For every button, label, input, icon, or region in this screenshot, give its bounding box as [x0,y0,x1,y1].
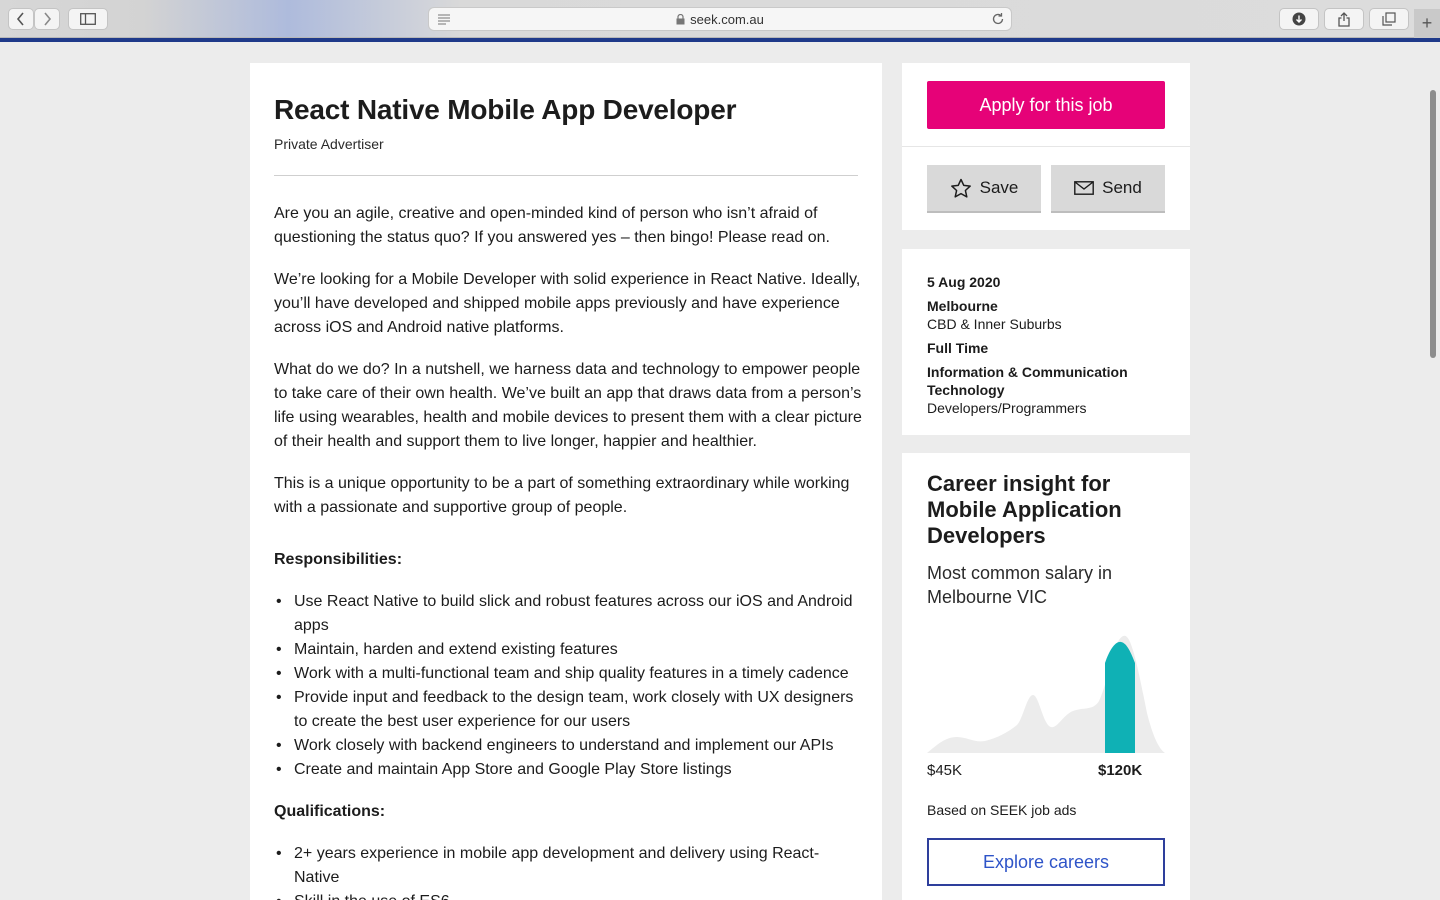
url-text: seek.com.au [690,11,764,27]
reload-icon[interactable] [991,12,1005,26]
downloads-button[interactable] [1279,8,1319,30]
classification-block: Information & Communication Technology D… [927,363,1165,417]
location: Melbourne [927,298,998,314]
responsibilities-heading: Responsibilities: [274,551,403,568]
job-title: React Native Mobile App Developer [274,94,737,125]
star-icon [950,178,971,198]
browser-toolbar: seek.com.au + [0,0,1440,38]
send-button[interactable]: Send [1051,165,1165,213]
plus-icon: + [1421,13,1433,33]
download-icon [1292,12,1306,26]
tabs-overview-button[interactable] [1369,8,1409,30]
reader-icon[interactable] [437,13,451,25]
listing-date: 5 Aug 2020 [927,274,1001,290]
address-bar[interactable]: seek.com.au [428,7,1012,31]
salary-high-label: $120K [1098,762,1143,779]
explore-careers-button[interactable]: Explore careers [927,838,1165,886]
chevron-right-icon [44,12,52,26]
list-item: Skill in the use of ES6 [274,890,864,900]
list-item: Provide input and feedback to the design… [274,686,864,734]
list-item: Maintain, harden and extend existing fea… [274,638,864,662]
save-button[interactable]: Save [927,165,1041,213]
insight-title: Career insight for Mobile Application De… [927,471,1122,548]
divider [274,175,858,176]
site-header-strip [0,38,1440,42]
location-block: Melbourne CBD & Inner Suburbs [927,297,1165,333]
area: CBD & Inner Suburbs [927,316,1062,332]
new-tab-button[interactable]: + [1414,9,1440,38]
job-details-card: React Native Mobile App Developer Privat… [250,63,882,900]
salary-highlight-bar [1105,641,1135,753]
apply-button[interactable]: Apply for this job [927,81,1165,129]
description-paragraph: We’re looking for a Mobile Developer wit… [274,271,861,336]
divider [902,146,1190,147]
description-paragraph: Are you an agile, creative and open-mind… [274,205,830,246]
insight-source: Based on SEEK job ads [927,802,1077,818]
forward-button[interactable] [34,8,60,30]
send-label: Send [1102,178,1142,197]
back-button[interactable] [8,8,34,30]
classification: Information & Communication Technology [927,364,1128,398]
advertiser-name: Private Advertiser [274,136,384,152]
sidebar-icon [80,13,96,25]
work-type: Full Time [927,340,989,356]
job-info-card: 5 Aug 2020 Melbourne CBD & Inner Suburbs… [902,249,1190,435]
description-paragraph: This is a unique opportunity to be a par… [274,475,850,516]
qualifications-heading: Qualifications: [274,803,386,820]
career-insight-card: Career insight for Mobile Application De… [902,453,1190,900]
salary-low-label: $45K [927,762,963,779]
share-button[interactable] [1324,8,1364,30]
job-description: Are you an agile, creative and open-mind… [274,202,864,900]
save-label: Save [979,178,1019,197]
share-icon [1338,11,1350,27]
apply-card: Apply for this job Save Send [902,63,1190,230]
list-item: Use React Native to build slick and robu… [274,590,864,638]
lock-icon [676,13,685,24]
list-item: Create and maintain App Store and Google… [274,758,864,782]
envelope-icon [1074,181,1095,195]
sub-classification: Developers/Programmers [927,400,1087,416]
salary-distribution-chart [927,635,1165,753]
list-item: Work with a multi-functional team and sh… [274,662,864,686]
description-paragraph: What do we do? In a nutshell, we harness… [274,361,862,450]
chevron-left-icon [16,12,24,26]
insight-subtitle: Most common salary in Melbourne VIC [927,563,1113,607]
sidebar-toggle-button[interactable] [68,8,108,30]
tabs-icon [1382,12,1396,26]
responsibilities-list: Use React Native to build slick and robu… [274,590,864,782]
list-item: 2+ years experience in mobile app develo… [274,842,864,890]
page-scrollbar[interactable] [1430,90,1436,358]
list-item: Work closely with backend engineers to u… [274,734,864,758]
qualifications-list: 2+ years experience in mobile app develo… [274,842,864,900]
